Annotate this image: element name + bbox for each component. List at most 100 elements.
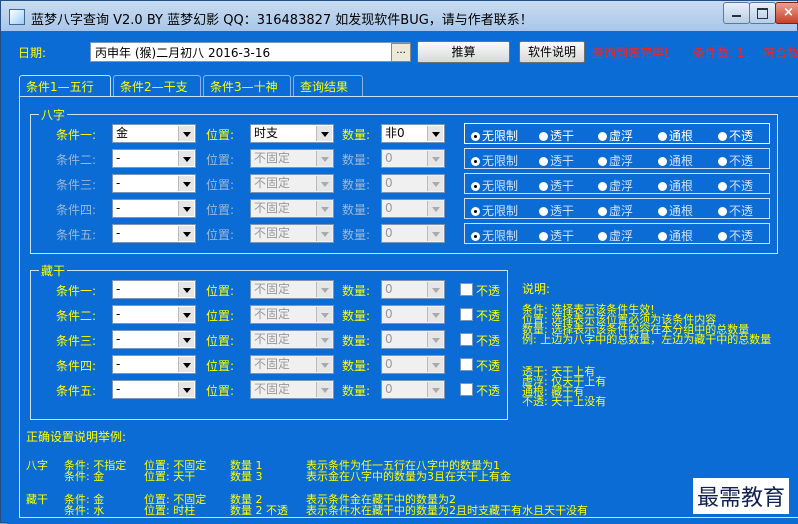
radio-option[interactable]: 不透 xyxy=(718,152,753,169)
radio-option[interactable]: 无限制 xyxy=(471,152,518,169)
bazi-element-select[interactable]: - xyxy=(112,174,196,193)
bazi-qty-select[interactable]: 0 xyxy=(381,199,445,218)
bazi-qty-select[interactable]: 非0 xyxy=(381,124,445,143)
radio-option[interactable]: 透干 xyxy=(539,202,574,219)
bazi-element-select[interactable]: 金 xyxy=(112,124,196,143)
radio-dot-icon[interactable] xyxy=(718,207,727,216)
radio-dot-icon[interactable] xyxy=(598,232,607,241)
canggan-qty-select[interactable]: 0 xyxy=(381,380,445,399)
radio-dot-icon[interactable] xyxy=(598,207,607,216)
radio-option[interactable]: 不透 xyxy=(718,127,753,144)
radio-dot-icon[interactable] xyxy=(539,207,548,216)
radio-dot-icon[interactable] xyxy=(658,157,667,166)
chevron-down-icon[interactable] xyxy=(427,201,443,216)
not-transparent-checkbox[interactable] xyxy=(460,383,473,396)
chevron-down-icon[interactable] xyxy=(316,382,332,397)
chevron-down-icon[interactable] xyxy=(178,176,194,191)
canggan-element-select[interactable]: - xyxy=(112,355,196,374)
radio-option[interactable]: 通根 xyxy=(658,202,693,219)
radio-dot-icon[interactable] xyxy=(718,232,727,241)
not-transparent-checkbox[interactable] xyxy=(460,283,473,296)
chevron-down-icon[interactable] xyxy=(178,382,194,397)
radio-dot-icon[interactable] xyxy=(658,207,667,216)
chevron-down-icon[interactable] xyxy=(427,357,443,372)
radio-dot-icon[interactable] xyxy=(539,157,548,166)
radio-option[interactable]: 透干 xyxy=(539,177,574,194)
tab-five-elements[interactable]: 条件1—五行 xyxy=(19,75,111,97)
radio-option[interactable]: 虚浮 xyxy=(598,177,633,194)
canggan-position-select[interactable]: 不固定 xyxy=(250,305,334,324)
radio-dot-icon[interactable] xyxy=(471,207,480,216)
close-button[interactable]: × xyxy=(775,2,798,24)
radio-dot-icon[interactable] xyxy=(598,182,607,191)
radio-dot-icon[interactable] xyxy=(658,132,667,141)
minimize-button[interactable] xyxy=(723,2,750,24)
chevron-down-icon[interactable] xyxy=(316,332,332,347)
chevron-down-icon[interactable] xyxy=(316,151,332,166)
canggan-qty-select[interactable]: 0 xyxy=(381,280,445,299)
bazi-qty-select[interactable]: 0 xyxy=(381,149,445,168)
bazi-position-select[interactable]: 不固定 xyxy=(250,174,334,193)
bazi-qty-select[interactable]: 0 xyxy=(381,224,445,243)
radio-dot-icon[interactable] xyxy=(539,182,548,191)
bazi-qty-select[interactable]: 0 xyxy=(381,174,445,193)
date-picker-button[interactable]: ... xyxy=(391,43,411,62)
radio-option[interactable]: 通根 xyxy=(658,177,693,194)
radio-option[interactable]: 通根 xyxy=(658,152,693,169)
chevron-down-icon[interactable] xyxy=(178,201,194,216)
calculate-button[interactable]: 推算 xyxy=(417,41,510,63)
bazi-position-select[interactable]: 不固定 xyxy=(250,224,334,243)
chevron-down-icon[interactable] xyxy=(316,176,332,191)
canggan-position-select[interactable]: 不固定 xyxy=(250,380,334,399)
chevron-down-icon[interactable] xyxy=(427,226,443,241)
bazi-position-select[interactable]: 不固定 xyxy=(250,199,334,218)
radio-dot-icon[interactable] xyxy=(718,157,727,166)
radio-option[interactable]: 通根 xyxy=(658,127,693,144)
canggan-qty-select[interactable]: 0 xyxy=(381,355,445,374)
bazi-element-select[interactable]: - xyxy=(112,149,196,168)
canggan-position-select[interactable]: 不固定 xyxy=(250,330,334,349)
radio-dot-icon[interactable] xyxy=(471,232,480,241)
chevron-down-icon[interactable] xyxy=(427,282,443,297)
radio-option[interactable]: 无限制 xyxy=(471,202,518,219)
canggan-qty-select[interactable]: 0 xyxy=(381,305,445,324)
bazi-position-select[interactable]: 时支 xyxy=(250,124,334,143)
radio-option[interactable]: 无限制 xyxy=(471,177,518,194)
chevron-down-icon[interactable] xyxy=(178,357,194,372)
chevron-down-icon[interactable] xyxy=(316,357,332,372)
chevron-down-icon[interactable] xyxy=(316,126,332,141)
canggan-element-select[interactable]: - xyxy=(112,380,196,399)
tab-ten-gods[interactable]: 条件3—十神 xyxy=(203,75,291,97)
radio-dot-icon[interactable] xyxy=(471,182,480,191)
chevron-down-icon[interactable] xyxy=(427,332,443,347)
date-field[interactable]: 丙申年 (猴)二月初八 2016-3-16 xyxy=(90,42,410,62)
bazi-element-select[interactable]: - xyxy=(112,224,196,243)
radio-option[interactable]: 不透 xyxy=(718,227,753,244)
chevron-down-icon[interactable] xyxy=(316,201,332,216)
canggan-element-select[interactable]: - xyxy=(112,330,196,349)
chevron-down-icon[interactable] xyxy=(427,307,443,322)
canggan-position-select[interactable]: 不固定 xyxy=(250,280,334,299)
radio-dot-icon[interactable] xyxy=(598,157,607,166)
radio-dot-icon[interactable] xyxy=(658,232,667,241)
chevron-down-icon[interactable] xyxy=(427,126,443,141)
radio-dot-icon[interactable] xyxy=(539,232,548,241)
radio-option[interactable]: 虚浮 xyxy=(598,202,633,219)
chevron-down-icon[interactable] xyxy=(316,226,332,241)
radio-option[interactable]: 通根 xyxy=(658,227,693,244)
canggan-element-select[interactable]: - xyxy=(112,305,196,324)
chevron-down-icon[interactable] xyxy=(427,151,443,166)
radio-option[interactable]: 无限制 xyxy=(471,127,518,144)
canggan-element-select[interactable]: - xyxy=(112,280,196,299)
radio-dot-icon[interactable] xyxy=(718,132,727,141)
radio-dot-icon[interactable] xyxy=(539,132,548,141)
radio-option[interactable]: 透干 xyxy=(539,227,574,244)
not-transparent-checkbox[interactable] xyxy=(460,358,473,371)
radio-dot-icon[interactable] xyxy=(598,132,607,141)
chevron-down-icon[interactable] xyxy=(178,151,194,166)
chevron-down-icon[interactable] xyxy=(178,307,194,322)
chevron-down-icon[interactable] xyxy=(178,332,194,347)
help-button[interactable]: 软件说明 xyxy=(519,41,585,63)
radio-option[interactable]: 不透 xyxy=(718,177,753,194)
not-transparent-checkbox[interactable] xyxy=(460,333,473,346)
